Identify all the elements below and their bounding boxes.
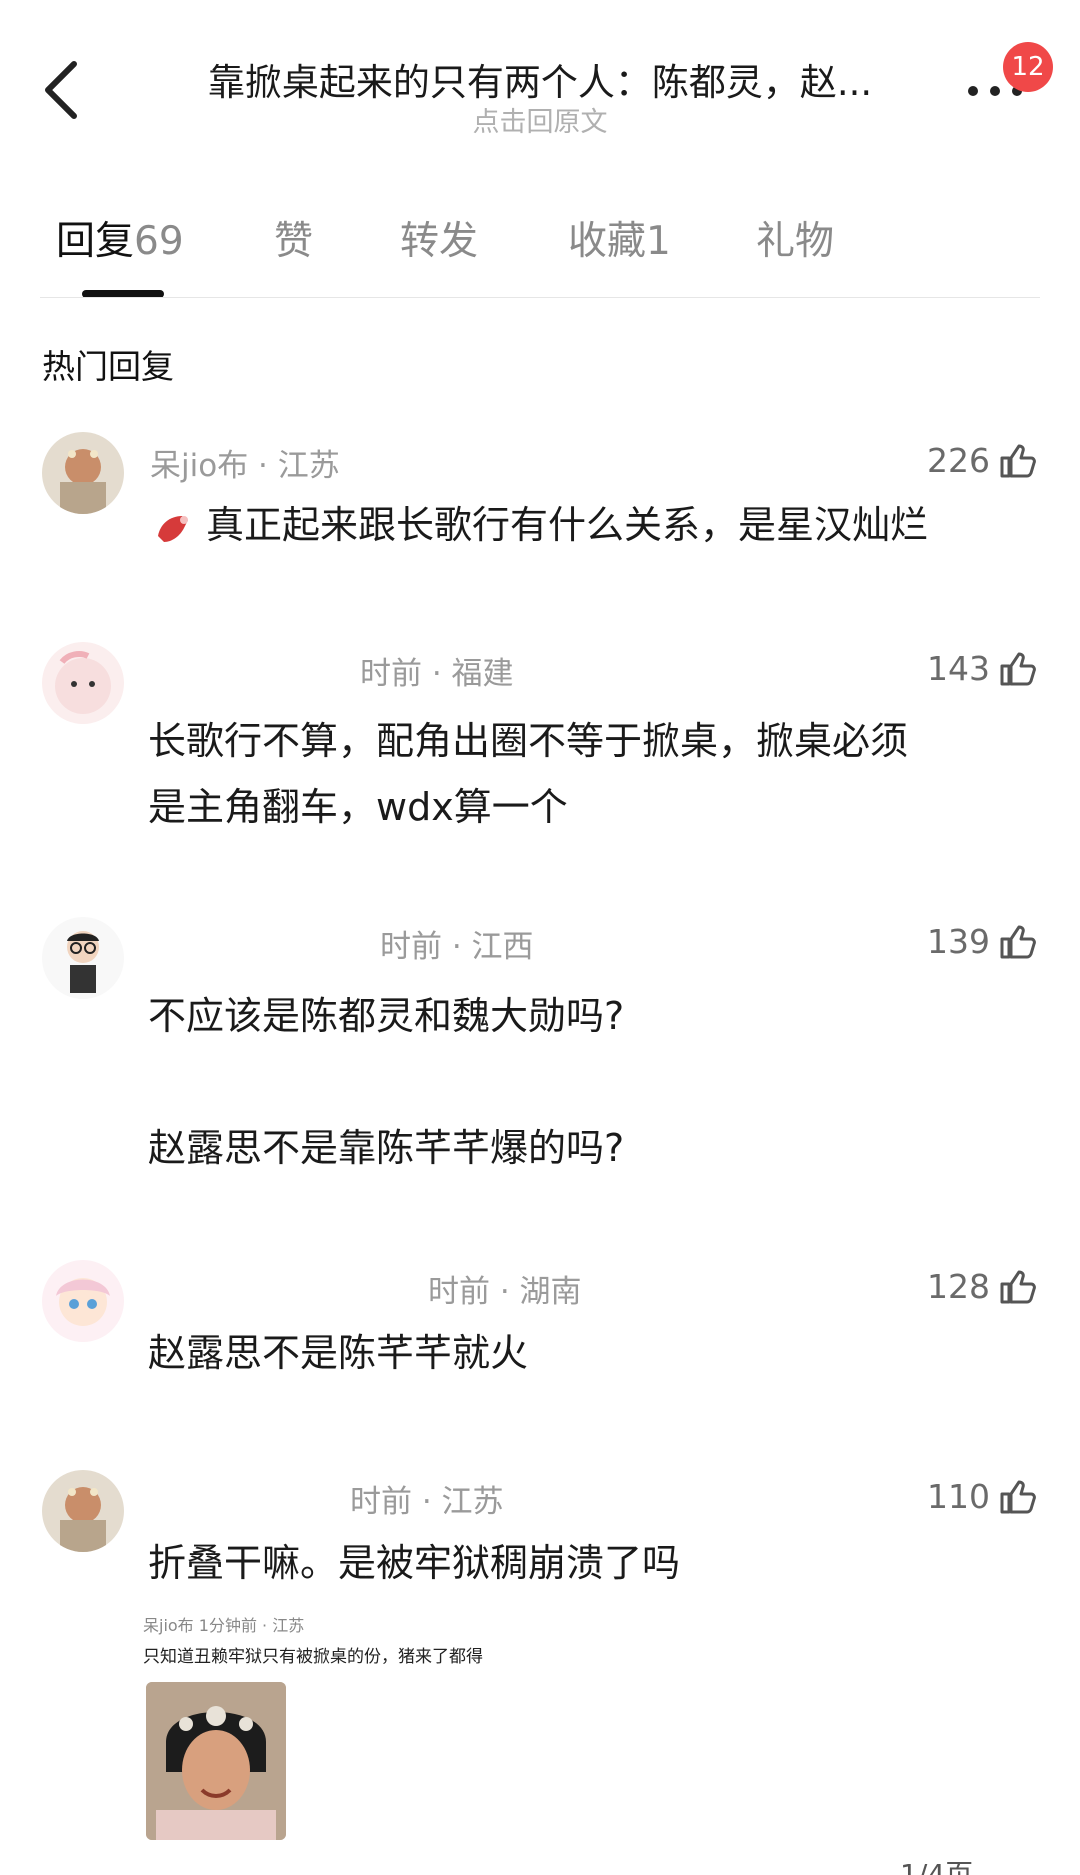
like-count: 143: [927, 648, 990, 688]
like-count: 226: [927, 440, 990, 480]
tab-reposts[interactable]: 转发: [400, 210, 478, 266]
avatar[interactable]: [42, 432, 124, 514]
comment-text: 真正起来跟长歌行有什么关系，是星汉灿烂: [206, 503, 929, 547]
comment-text: 赵露思不是陈芊芊就火: [148, 1331, 529, 1375]
comment-text-line: 赵露思不是靠陈芊芊爆的吗?: [148, 1126, 625, 1170]
avatar[interactable]: [42, 642, 124, 724]
thumbs-up-icon: [1000, 444, 1036, 478]
tab-gifts[interactable]: 礼物: [756, 210, 834, 266]
tab-replies[interactable]: 回复69: [56, 210, 184, 266]
tab-divider: [40, 297, 1040, 298]
tab-label: 礼物: [756, 219, 835, 264]
comment-text-line: 是主角翻车，wdx算一个: [148, 785, 568, 829]
comment-meta: 时前 · 江苏: [350, 1484, 504, 1520]
avatar[interactable]: [42, 917, 124, 999]
like-button[interactable]: 139: [927, 921, 1038, 961]
thumbs-up-icon: [1000, 1270, 1036, 1304]
thumbs-up-icon: [1000, 652, 1036, 686]
back-to-original-link[interactable]: 点击回原文: [160, 100, 920, 139]
like-button[interactable]: 143: [927, 648, 1038, 688]
tab-count: 69: [134, 219, 184, 264]
tab-bar: 回复69 赞 转发 收藏1 礼物: [0, 210, 1080, 300]
tab-count: 1: [646, 219, 671, 264]
quoted-text: 只知道丑赖牢狱只有被掀桌的份，猪来了都得: [143, 1647, 483, 1667]
notification-badge: 12: [1003, 42, 1053, 92]
comment-text-line: 长歌行不算，配角出圈不等于掀桌，掀桌必须: [148, 719, 909, 763]
portrait-photo[interactable]: [146, 1682, 286, 1840]
quoted-meta: 呆jio布 1分钟前 · 江苏: [143, 1616, 305, 1635]
like-count: 139: [927, 921, 990, 961]
comment-meta: 时前 · 江西: [380, 929, 534, 965]
top-bar: 靠掀桌起来的只有两个人：陈都灵，赵... 点击回原文 12: [0, 0, 1080, 160]
like-count: 110: [927, 1476, 990, 1516]
back-arrow-icon[interactable]: [40, 58, 84, 122]
avatar[interactable]: [42, 1260, 124, 1342]
red-emoji-icon: [158, 516, 188, 542]
comment-meta: 呆jio布 · 江苏: [150, 448, 340, 484]
like-button[interactable]: 226: [927, 440, 1038, 480]
tab-label: 赞: [274, 219, 314, 264]
comment-text: 折叠干嘛。是被牢狱稠崩溃了吗: [148, 1541, 681, 1585]
tab-label: 收藏: [568, 219, 647, 264]
tab-likes[interactable]: 赞: [274, 210, 313, 266]
tab-label: 转发: [400, 219, 479, 264]
like-button[interactable]: 128: [927, 1266, 1038, 1306]
tab-favorites[interactable]: 收藏1: [568, 210, 671, 266]
hot-replies-heading: 热门回复: [42, 347, 174, 386]
thumbs-up-icon: [1000, 925, 1036, 959]
like-count: 128: [927, 1266, 990, 1306]
comment-meta: 时前 · 福建: [360, 656, 514, 692]
tab-label: 回复: [56, 219, 135, 264]
comment-meta: 时前 · 湖南: [428, 1274, 582, 1310]
avatar[interactable]: [42, 1470, 124, 1552]
page-title[interactable]: 靠掀桌起来的只有两个人：陈都灵，赵...: [160, 52, 920, 106]
page-indicator: 1/4页: [900, 1858, 974, 1875]
comment-text-line: 不应该是陈都灵和魏大勋吗?: [148, 994, 625, 1038]
like-button[interactable]: 110: [927, 1476, 1038, 1516]
embedded-screenshot[interactable]: 呆jio布 1分钟前 · 江苏 只知道丑赖牢狱只有被掀桌的份，猪来了都得: [143, 1612, 703, 1840]
thumbs-up-icon: [1000, 1480, 1036, 1514]
